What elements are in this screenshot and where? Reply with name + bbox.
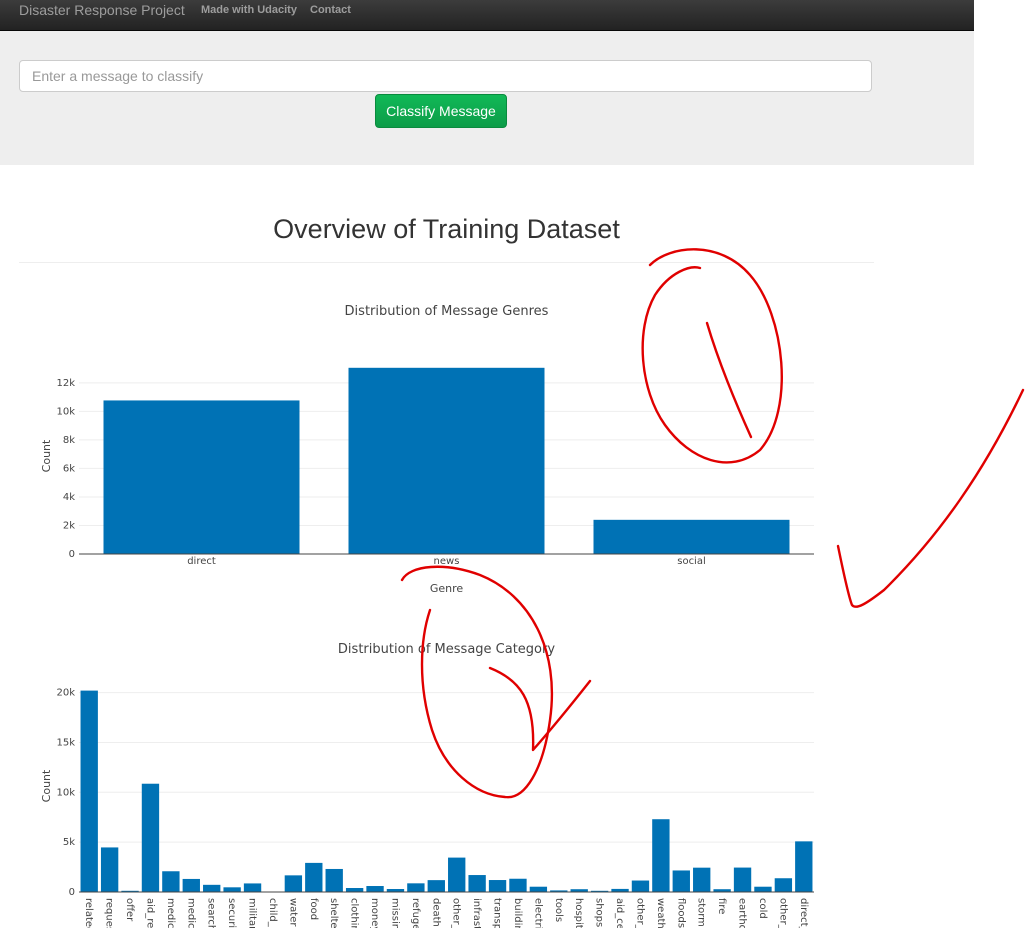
bar-water: [284, 875, 303, 892]
y-tick-label: 5k: [63, 837, 75, 848]
y-tick-label: 12k: [56, 378, 75, 389]
y-tick-label: 0: [69, 549, 75, 560]
bar-earthq: [733, 867, 752, 892]
bar-aid_re: [141, 783, 160, 892]
bar-direct_: [795, 841, 813, 892]
x-tick-label: water: [287, 898, 298, 927]
bar-other_: [774, 878, 793, 892]
x-tick-label: aid_ce: [614, 898, 625, 928]
x-tick-label: cold: [757, 898, 768, 919]
x-tick-label: floods: [675, 898, 686, 928]
bar-buildin: [509, 878, 527, 892]
y-tick-label: 6k: [63, 463, 75, 474]
title-divider: [19, 262, 874, 263]
message-input[interactable]: [19, 60, 872, 92]
x-tick-label: missin: [389, 898, 400, 928]
category-distribution-chart: Distribution of Message Category 0 5k 10k 15…: [40, 642, 814, 928]
x-tick-label: shelter: [328, 898, 339, 928]
chart-title: Distribution of Message Category: [338, 642, 555, 657]
y-tick-label: 20k: [56, 688, 75, 699]
x-tick-label: other_: [777, 898, 788, 928]
bar-floods: [672, 870, 690, 892]
x-tick-label: militar: [247, 898, 258, 928]
y-axis-label: Count: [40, 769, 53, 802]
message-form-panel: Classify Message: [0, 31, 974, 165]
bar-relatec: [80, 690, 98, 892]
x-tick-label: storm: [696, 898, 707, 927]
bar-weathe: [652, 819, 670, 892]
page-title: Overview of Training Dataset: [273, 214, 620, 244]
x-tick-label: weathe: [655, 898, 666, 928]
bar-shelter: [325, 868, 343, 892]
x-tick-label: news: [434, 556, 460, 567]
y-tick-label: 10k: [56, 787, 75, 798]
bar-medic: [162, 871, 180, 892]
navbar: Disaster Response Project Made with Udac…: [0, 0, 974, 31]
y-tick-label: 15k: [56, 737, 75, 748]
classify-message-button[interactable]: Classify Message: [375, 94, 507, 128]
y-tick-label: 8k: [63, 435, 75, 446]
x-tick-label: child_: [267, 898, 278, 928]
x-tick-label: fire: [716, 898, 727, 914]
x-tick-label: securit: [226, 898, 237, 928]
bar-medic: [182, 878, 200, 892]
x-tick-label: reques: [104, 898, 115, 928]
x-tick-label: other_: [634, 898, 645, 928]
x-tick-label: death: [430, 898, 441, 927]
x-tick-label: buildin: [512, 898, 523, 928]
x-tick-label: tools: [553, 898, 564, 922]
y-tick-label: 10k: [56, 406, 75, 417]
x-tick-label: shops: [594, 898, 605, 927]
y-tick-label: 2k: [63, 520, 75, 531]
bar-food: [305, 862, 323, 892]
x-tick-label: transp: [492, 898, 503, 928]
x-tick-label: relatec: [83, 898, 94, 928]
x-tick-label: earthq: [737, 898, 748, 928]
y-axis-label: Count: [40, 439, 53, 472]
x-tick-label: medic: [165, 898, 176, 928]
bar-other_: [631, 880, 650, 892]
bar-money: [366, 886, 384, 892]
bar-transp: [488, 880, 507, 892]
x-tick-label: offer: [124, 898, 135, 922]
bar-militar: [243, 883, 262, 892]
bar-securit: [223, 887, 241, 892]
nav-link-contact[interactable]: Contact: [310, 4, 351, 16]
bar-cold: [754, 886, 772, 892]
x-tick-label: search: [206, 898, 217, 928]
x-tick-label: food: [308, 898, 319, 920]
bar-refuge: [407, 883, 425, 892]
x-tick-label: hospita: [573, 898, 584, 928]
x-tick-label: medic: [185, 898, 196, 928]
x-tick-label: money: [369, 898, 380, 928]
x-tick-label: direct: [187, 556, 216, 567]
y-tick-label: 4k: [63, 492, 75, 503]
bar-death: [427, 880, 445, 892]
genre-distribution-chart: Distribution of Message Genres 0 2k 4k 6k 8k 1…: [40, 304, 814, 595]
bar-direct: [103, 400, 300, 554]
x-tick-label: social: [677, 556, 706, 567]
x-tick-label: direct_: [798, 898, 809, 928]
x-tick-label: electric: [532, 898, 543, 928]
chart-title: Distribution of Message Genres: [345, 304, 549, 319]
x-tick-label: clothin: [349, 898, 360, 928]
bar-storm: [693, 867, 711, 892]
bar-clothin: [345, 888, 364, 892]
bar-news: [348, 367, 545, 554]
x-tick-label: refuge: [410, 898, 421, 928]
bar-reques: [100, 847, 119, 892]
navbar-brand[interactable]: Disaster Response Project: [19, 2, 185, 18]
bar-infrast: [468, 875, 486, 892]
x-tick-label: infrast: [471, 898, 482, 928]
bar-electric: [529, 886, 548, 892]
bar-social: [593, 519, 790, 554]
nav-link-made-with-udacity[interactable]: Made with Udacity: [201, 4, 297, 16]
y-tick-label: 0: [69, 887, 75, 898]
x-tick-label: aid_re: [144, 898, 155, 928]
x-axis-label: Genre: [430, 582, 464, 595]
x-tick-label: other_: [451, 898, 462, 928]
bar-search: [203, 884, 221, 892]
bar-other_: [448, 857, 466, 892]
